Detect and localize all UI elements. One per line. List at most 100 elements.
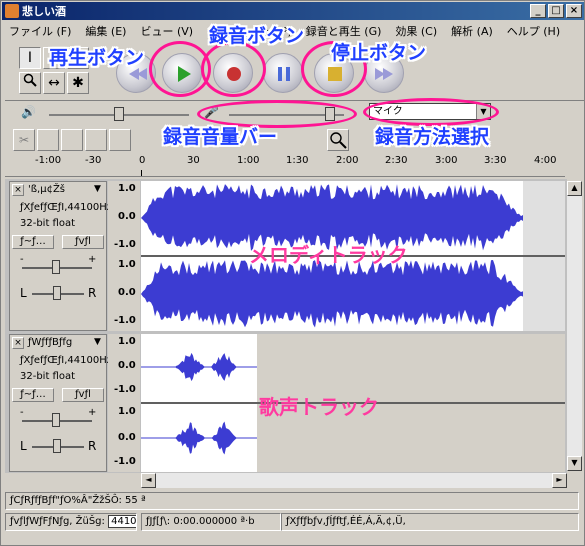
- scroll-down-icon[interactable]: ▼: [567, 456, 582, 471]
- track-name-menu[interactable]: ƒWƒfƒBƒfg: [28, 337, 72, 348]
- zoom-fit-icon[interactable]: [327, 129, 349, 151]
- ruler-tick: -30: [85, 155, 102, 166]
- gain-thumb[interactable]: [52, 413, 60, 427]
- speaker-icon: 🔊: [21, 105, 36, 119]
- track-control-panel: × ƒWƒfƒBƒfg ▼ ƒXƒefƒŒƒI,44100Hz 32-bit f…: [9, 334, 112, 472]
- scale-label: -1.0: [114, 384, 136, 395]
- rec-method-annotation: 録音方法選択: [375, 126, 490, 148]
- rec-volume-annotation: 録音音量バー: [163, 126, 278, 148]
- stop-annotation: 停止ボタン: [331, 42, 427, 64]
- scroll-up-icon[interactable]: ▲: [567, 181, 582, 196]
- close-button[interactable]: ×: [566, 4, 582, 18]
- horizontal-scrollbar[interactable]: ◄ ►: [141, 473, 567, 488]
- pan-right-label: R: [88, 439, 97, 453]
- ruler-tick: 30: [187, 155, 200, 166]
- melody-track-annotation: メロディトラック: [249, 243, 408, 267]
- track-close-button[interactable]: ×: [12, 184, 24, 196]
- scale-label: 1.0: [118, 183, 136, 194]
- gain-plus-label: +: [88, 254, 97, 265]
- timeline-ruler[interactable]: -1:00 -30 0 30 1:00 1:30 2:00 2:30 3:00 …: [5, 153, 565, 177]
- scale-label: 0.0: [118, 432, 136, 443]
- vertical-scale: 1.0 0.0 -1.0 1.0 0.0 -1.0: [108, 181, 140, 331]
- paste-icon[interactable]: [61, 129, 83, 151]
- menu-edit[interactable]: 編集 (E): [78, 23, 133, 39]
- project-rate-text: ƒvƒlƒWƒFƒNƒg, ŽüŠg:: [10, 516, 105, 527]
- record-annotation: 録音ボタン: [209, 25, 305, 47]
- ruler-tick: 1:30: [286, 155, 309, 166]
- snap-status: ƒXƒfƒbƒv,ƒÍƒftƒ,ÉÉ,Á,Ä,¢,Ü,: [281, 513, 579, 531]
- gain-minus-label: -: [20, 254, 24, 265]
- track-format: ƒXƒefƒŒƒI,44100Hz: [20, 202, 113, 213]
- pan-thumb[interactable]: [53, 286, 61, 300]
- gain-minus-label: -: [20, 407, 24, 418]
- ruler-zero-mark: [141, 170, 142, 176]
- app-icon: [5, 4, 19, 18]
- pause-button[interactable]: [263, 53, 303, 93]
- track-format: ƒXƒefƒŒƒI,44100Hz: [20, 355, 113, 366]
- zoom-tool[interactable]: [19, 72, 41, 94]
- scale-label: -1.0: [114, 239, 136, 250]
- trim-icon[interactable]: [85, 129, 107, 151]
- scale-label: 0.0: [118, 211, 136, 222]
- project-rate-label: ƒvƒlƒWƒFƒNƒg, ŽüŠg: 44100: [5, 513, 137, 531]
- scale-label: -1.0: [114, 456, 136, 467]
- chevron-down-icon[interactable]: ▼: [94, 184, 101, 194]
- pause-icon: [278, 67, 290, 81]
- track-bitdepth: 32-bit float: [20, 218, 76, 229]
- menu-analyze[interactable]: 解析 (A): [444, 23, 500, 39]
- scroll-left-icon[interactable]: ◄: [141, 473, 156, 488]
- track-control-panel: × 'ß,µ¢Žš ▼ ƒXƒefƒŒƒI,44100Hz 32-bit flo…: [9, 181, 112, 331]
- maximize-button[interactable]: □: [548, 4, 564, 18]
- vertical-scrollbar[interactable]: ▲ ▼: [567, 181, 582, 471]
- project-rate-value[interactable]: 44100: [108, 515, 136, 528]
- mute-button[interactable]: ƒ~ƒ…: [12, 235, 54, 249]
- menu-view[interactable]: ビュー (V): [133, 23, 200, 39]
- scale-label: 1.0: [118, 259, 136, 270]
- pan-right-label: R: [88, 286, 97, 300]
- pan-thumb[interactable]: [53, 439, 61, 453]
- solo-button[interactable]: ƒvƒl: [62, 388, 104, 402]
- title-bar: 悲しい酒 _ □ ×: [2, 2, 584, 20]
- playback-volume-thumb[interactable]: [114, 107, 124, 121]
- menu-help[interactable]: ヘルプ (H): [500, 23, 567, 39]
- ruler-tick: 4:00: [534, 155, 557, 166]
- voice-track-annotation: 歌声トラック: [259, 395, 379, 419]
- scroll-right-icon[interactable]: ►: [552, 473, 567, 488]
- scale-label: 1.0: [118, 406, 136, 417]
- ruler-tick: -1:00: [35, 155, 62, 166]
- menu-effects[interactable]: 効果 (C): [388, 23, 444, 39]
- ruler-tick: 2:00: [336, 155, 359, 166]
- app-window: 悲しい酒 _ □ × ファイル (F) 編集 (E) ビュー (V) プロジェク…: [0, 0, 585, 546]
- menu-file[interactable]: ファイル (F): [2, 23, 78, 39]
- scale-label: 0.0: [118, 287, 136, 298]
- scale-label: 0.0: [118, 360, 136, 371]
- menu-record-play[interactable]: 録音と再生 (G): [299, 23, 389, 39]
- ruler-tick: 3:00: [435, 155, 458, 166]
- status-bar-info: ƒCƒRƒfƒBƒf"ƒO%Â"ŽžŠÔ: 55 ª: [5, 492, 579, 510]
- timeshift-tool[interactable]: ↔: [43, 72, 65, 94]
- scale-label: 1.0: [118, 336, 136, 347]
- copy-icon[interactable]: [37, 129, 59, 151]
- play-annotation: 再生ボタン: [49, 47, 145, 69]
- multi-tool[interactable]: ✱: [67, 72, 89, 94]
- track-name-menu[interactable]: 'ß,µ¢Žš: [28, 184, 65, 195]
- track-bitdepth: 32-bit float: [20, 371, 76, 382]
- track-close-button[interactable]: ×: [12, 337, 24, 349]
- edit-toolbar: ✂: [13, 129, 153, 151]
- ruler-tick: 1:00: [237, 155, 260, 166]
- cut-icon[interactable]: ✂: [13, 129, 35, 151]
- ruler-tick: 0: [139, 155, 146, 166]
- gain-plus-label: +: [88, 407, 97, 418]
- pan-left-label: L: [20, 439, 27, 453]
- mute-button[interactable]: ƒ~ƒ…: [12, 388, 54, 402]
- ruler-tick: 2:30: [385, 155, 408, 166]
- silence-icon[interactable]: [109, 129, 131, 151]
- solo-button[interactable]: ƒvƒl: [62, 235, 104, 249]
- select-tool[interactable]: I: [19, 47, 41, 69]
- gain-thumb[interactable]: [52, 260, 60, 274]
- ruler-tick: 3:30: [484, 155, 507, 166]
- chevron-down-icon[interactable]: ▼: [94, 337, 101, 347]
- highlight-record: [201, 41, 266, 97]
- minimize-button[interactable]: _: [530, 4, 546, 18]
- pan-left-label: L: [20, 286, 27, 300]
